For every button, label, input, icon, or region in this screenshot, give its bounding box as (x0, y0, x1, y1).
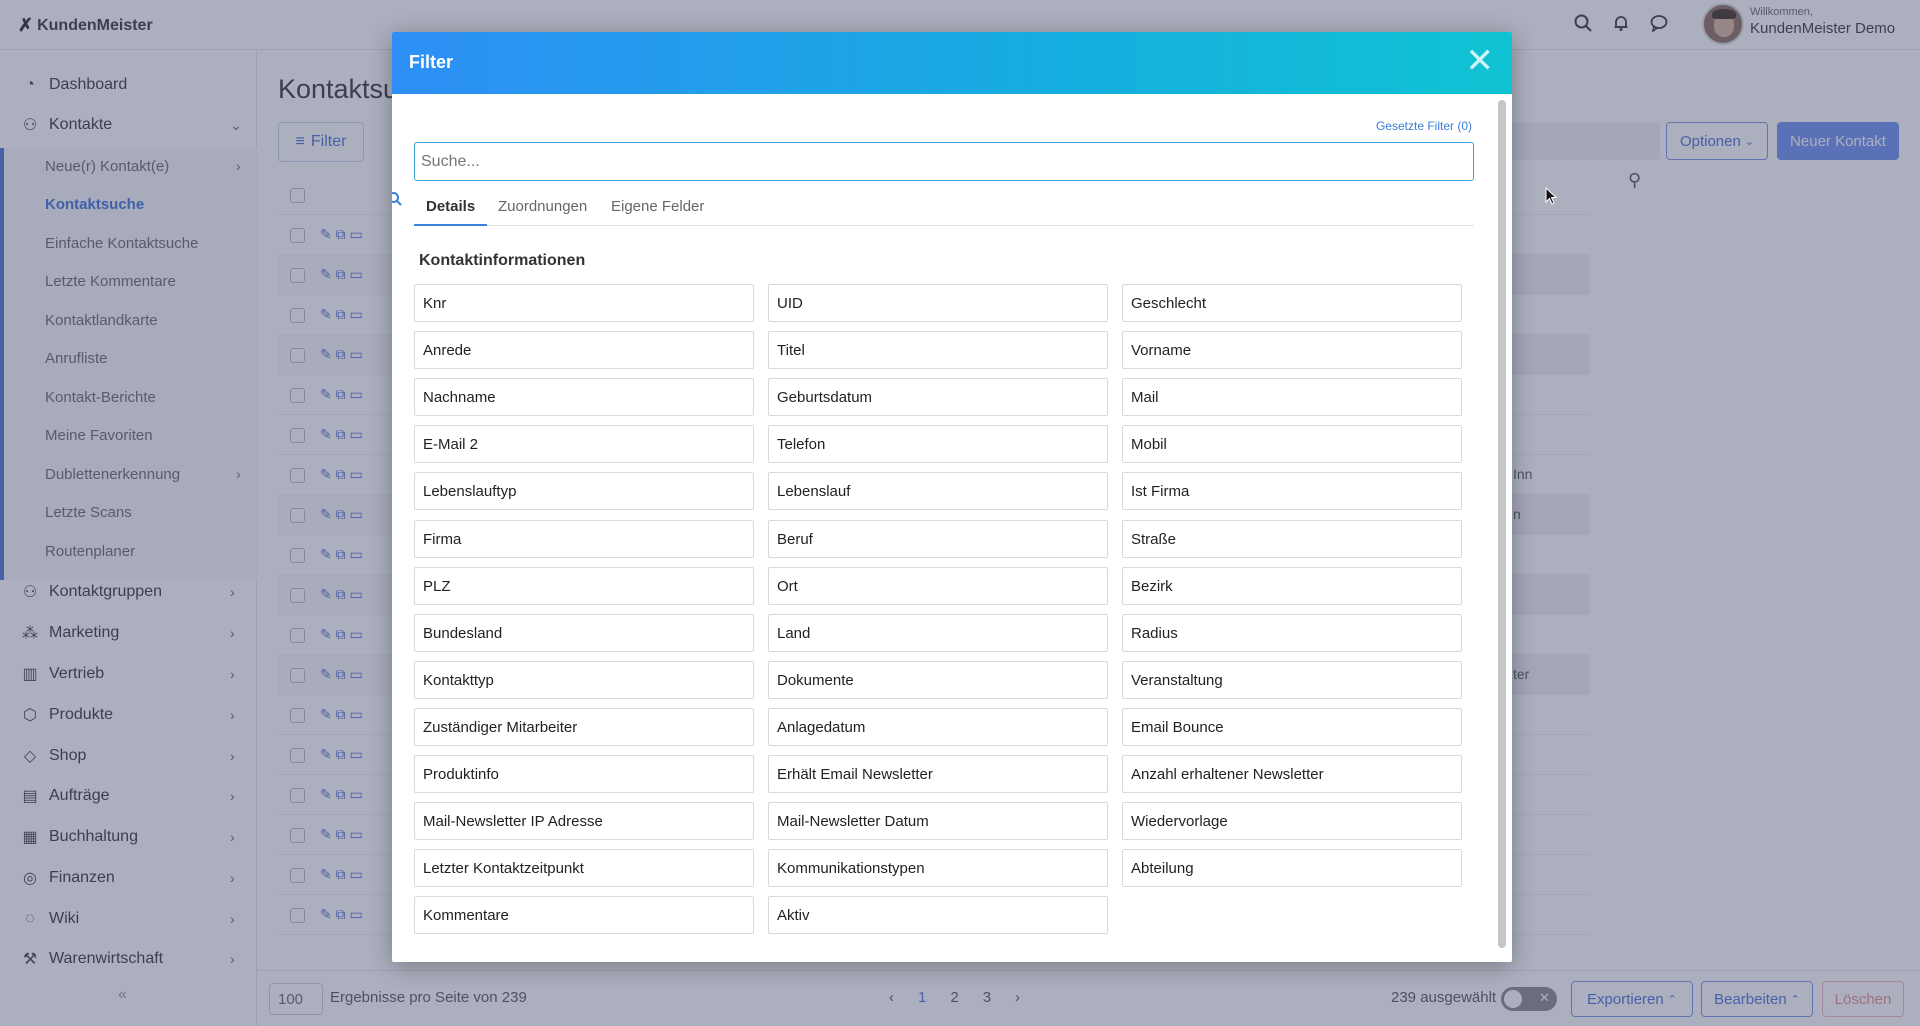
modal-title: Filter (409, 52, 454, 72)
section-title: Kontaktinformationen (419, 252, 586, 269)
filter-field[interactable]: Anrede (414, 331, 754, 369)
filter-field[interactable]: Lebenslauf (768, 472, 1108, 510)
filter-field[interactable]: Anzahl erhaltener Newsletter (1122, 755, 1462, 793)
filter-search-input[interactable] (414, 142, 1474, 181)
filter-field[interactable]: Dokumente (768, 661, 1108, 699)
filter-field[interactable]: Aktiv (768, 896, 1108, 934)
filter-tabs: Details Zuordnungen Eigene Felder (414, 192, 1474, 226)
filter-field[interactable]: Lebenslauftyp (414, 472, 754, 510)
tab-zuordnungen[interactable]: Zuordnungen (498, 198, 587, 226)
modal-scrollbar[interactable] (1498, 100, 1506, 948)
modal-header: Filter ✕ (392, 32, 1512, 94)
filter-field[interactable]: Ist Firma (1122, 472, 1462, 510)
filter-field[interactable]: Ort (768, 567, 1108, 605)
mouse-cursor-icon (1545, 187, 1557, 205)
filter-field[interactable]: Mobil (1122, 425, 1462, 463)
filter-field[interactable]: Firma (414, 520, 754, 558)
filter-field[interactable]: Telefon (768, 425, 1108, 463)
tab-details[interactable]: Details (414, 198, 488, 226)
filter-field[interactable]: Erhält Email Newsletter (768, 755, 1108, 793)
close-icon[interactable]: ✕ (1466, 44, 1495, 78)
filter-field[interactable]: Land (768, 614, 1108, 652)
filter-field[interactable]: Radius (1122, 614, 1462, 652)
filter-modal: Filter ✕ Gesetzte Filter (0) Details Zuo… (392, 32, 1512, 962)
filter-field[interactable]: Abteilung (1122, 849, 1462, 887)
filter-field[interactable]: Produktinfo (414, 755, 754, 793)
filter-field[interactable]: Zuständiger Mitarbeiter (414, 708, 754, 746)
filter-field[interactable]: Letzter Kontaktzeitpunkt (414, 849, 754, 887)
filter-field[interactable]: Vorname (1122, 331, 1462, 369)
tab-eigene-felder[interactable]: Eigene Felder (611, 198, 704, 226)
filter-field[interactable]: Anlagedatum (768, 708, 1108, 746)
filter-field[interactable]: UID (768, 284, 1108, 322)
set-filters-link[interactable]: Gesetzte Filter (0) (1376, 119, 1472, 133)
filter-field[interactable]: Titel (768, 331, 1108, 369)
filter-field[interactable]: Bundesland (414, 614, 754, 652)
search-icon (392, 192, 402, 211)
filter-field[interactable]: Mail (1122, 378, 1462, 416)
filter-field[interactable]: Beruf (768, 520, 1108, 558)
filter-field[interactable]: PLZ (414, 567, 754, 605)
scrollbar-thumb[interactable] (1498, 100, 1506, 948)
filter-field[interactable]: Straße (1122, 520, 1462, 558)
filter-field[interactable]: Kontakttyp (414, 661, 754, 699)
filter-field[interactable]: Mail-Newsletter Datum (768, 802, 1108, 840)
filter-field[interactable]: Bezirk (1122, 567, 1462, 605)
filter-field[interactable]: Knr (414, 284, 754, 322)
filter-field[interactable]: Wiedervorlage (1122, 802, 1462, 840)
filter-field[interactable]: Geburtsdatum (768, 378, 1108, 416)
filter-field[interactable]: Kommunikationstypen (768, 849, 1108, 887)
filter-field[interactable]: Veranstaltung (1122, 661, 1462, 699)
filter-field[interactable]: E-Mail 2 (414, 425, 754, 463)
filter-field[interactable]: Kommentare (414, 896, 754, 934)
filter-field[interactable]: Mail-Newsletter IP Adresse (414, 802, 754, 840)
filter-field[interactable]: Email Bounce (1122, 708, 1462, 746)
filter-field[interactable]: Nachname (414, 378, 754, 416)
filter-field[interactable]: Geschlecht (1122, 284, 1462, 322)
